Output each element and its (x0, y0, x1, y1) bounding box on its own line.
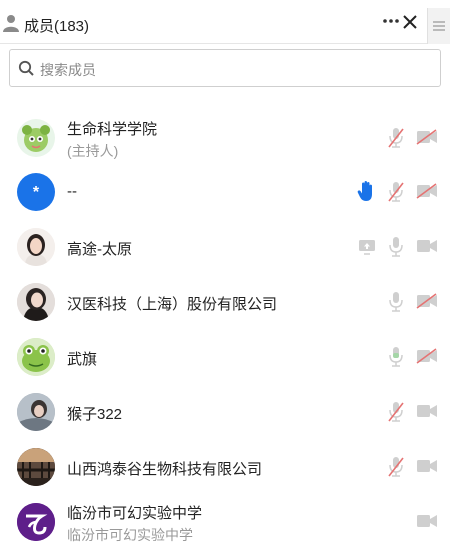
close-icon[interactable] (403, 15, 417, 29)
member-name: -- (67, 183, 77, 200)
member-name: 武旗 (67, 351, 98, 368)
search-placeholder: 搜索成员 (40, 62, 96, 78)
member-row[interactable]: * -- (0, 166, 450, 221)
mic-muted-icon[interactable] (387, 181, 405, 203)
mic-muted-icon[interactable] (387, 401, 405, 423)
member-name: 生命科学学院 (67, 121, 158, 138)
member-row[interactable]: 猴子322 (0, 386, 450, 441)
search-input[interactable]: 搜索成员 (9, 49, 441, 87)
video-icon[interactable] (416, 403, 438, 419)
photo-avatar (17, 393, 55, 431)
member-name: 临汾市可幻实验中学 (67, 505, 203, 522)
blue-initial-avatar: * (17, 173, 55, 211)
video-off-icon[interactable] (416, 183, 438, 199)
member-role: (主持人) (67, 143, 119, 159)
member-row[interactable]: 生命科学学院 (主持人) (0, 112, 450, 167)
video-icon[interactable] (416, 513, 438, 529)
mic-muted-icon[interactable] (387, 127, 405, 149)
mic-icon[interactable] (387, 236, 405, 258)
search-icon (18, 60, 34, 76)
member-panel-header: 成员(183) (0, 0, 450, 44)
member-name: 汉医科技（上海）股份有限公司 (67, 296, 278, 313)
menu-icon (433, 21, 445, 31)
side-menu-button[interactable] (427, 8, 450, 44)
frog-avatar (17, 338, 55, 376)
avatar-initial: * (32, 184, 40, 201)
purple-logo-avatar (17, 503, 55, 541)
raised-hand-icon (357, 181, 372, 201)
photo-avatar (17, 228, 55, 266)
photo-avatar (17, 448, 55, 486)
mic-muted-icon[interactable] (387, 456, 405, 478)
more-icon[interactable] (382, 18, 400, 24)
member-row[interactable]: 武旗 (0, 331, 450, 386)
video-off-icon[interactable] (416, 348, 438, 364)
member-row[interactable]: 临汾市可幻实验中学 临汾市可幻实验中学 (0, 496, 450, 551)
video-icon[interactable] (416, 458, 438, 474)
photo-avatar (17, 283, 55, 321)
video-icon[interactable] (416, 238, 438, 254)
member-row[interactable]: 高途-太原 (0, 221, 450, 276)
video-off-icon[interactable] (416, 293, 438, 309)
mic-icon[interactable] (387, 291, 405, 313)
mic-speaking-icon[interactable] (387, 346, 405, 368)
screen-share-icon[interactable] (358, 239, 376, 255)
member-name: 猴子322 (67, 406, 123, 423)
green-cartoon-avatar (17, 119, 55, 157)
panel-title: 成员(183) (24, 18, 90, 35)
member-row[interactable]: 山西鸿泰谷生物科技有限公司 (0, 441, 450, 496)
member-row[interactable]: 汉医科技（上海）股份有限公司 (0, 276, 450, 331)
user-icon (3, 15, 19, 32)
member-name: 山西鸿泰谷生物科技有限公司 (67, 461, 263, 478)
video-off-icon[interactable] (416, 129, 438, 145)
member-subtitle: 临汾市可幻实验中学 (67, 527, 193, 543)
member-name: 高途-太原 (67, 241, 132, 258)
